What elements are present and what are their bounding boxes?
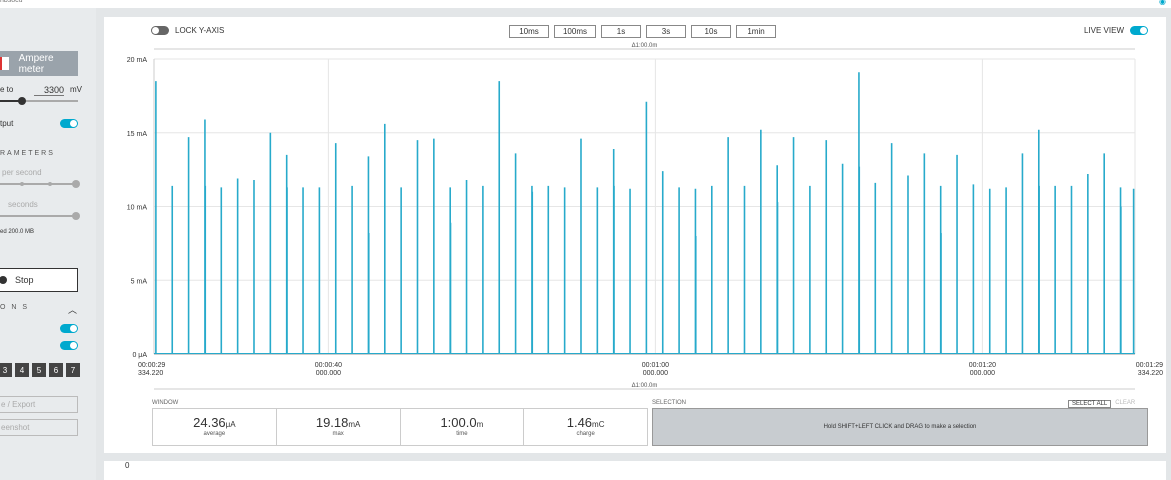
chart-panel: LOCK Y-AXIS 10ms 100ms 1s 3s 10s 1min LI…: [104, 17, 1166, 453]
stop-button[interactable]: Stop: [0, 268, 78, 292]
rate-label: per second: [2, 168, 42, 177]
stat-unit: m: [476, 420, 484, 429]
stat-value: 1.46: [566, 415, 593, 430]
digital-channels-panel: 0: [104, 461, 1166, 480]
x-tick-label: 00:01:29: [1136, 362, 1163, 369]
output-label: tput: [0, 119, 14, 128]
option-toggle-2[interactable]: [60, 341, 78, 350]
x-tick-label: 00:00:40: [315, 362, 342, 369]
x-tick-label: 00:01:20: [969, 362, 996, 369]
display-options-heading: O N S: [0, 304, 30, 311]
ampere-meter-label: Ampere meter: [18, 52, 54, 75]
digital-channel-buttons: 3 4 5 6 7: [0, 363, 80, 377]
stat-charge: 1.46mC charge: [524, 409, 647, 445]
supply-slider-handle[interactable]: [18, 97, 26, 105]
ampere-meter-button[interactable]: Ampere meter: [0, 51, 78, 76]
x-tick-sublabel: 334.220: [1138, 370, 1163, 377]
span-line-bottom-label: Δ1:00.0m: [632, 383, 658, 389]
x-tick-sublabel: 000.000: [970, 370, 995, 377]
stat-time: 1:00.0m time: [401, 409, 525, 445]
x-tick-sublabel: 334.220: [138, 370, 163, 377]
device-label: hbs8cu: [0, 0, 23, 4]
stat-label: average: [203, 431, 226, 437]
selection-buttons: SELECT ALL CLEAR: [1068, 400, 1135, 408]
save-export-button[interactable]: e / Export: [0, 396, 78, 413]
option-toggle-1[interactable]: [60, 324, 78, 333]
y-tick-label: 0 μA: [132, 352, 147, 359]
stat-value: 1:00.0: [440, 415, 477, 430]
duration-slider-handle[interactable]: [72, 212, 80, 220]
output-toggle[interactable]: [60, 119, 78, 128]
y-tick-label: 15 mA: [127, 131, 148, 138]
selection-hint: Hold SHIFT+LEFT CLICK and DRAG to make a…: [823, 424, 977, 430]
y-tick-label: 5 mA: [131, 278, 148, 285]
stat-label: charge: [576, 431, 595, 437]
ampere-meter-icon: [0, 57, 9, 70]
sampling-parameters-heading: RAMETERS: [0, 150, 55, 157]
chevron-up-icon[interactable]: ︿: [68, 303, 77, 316]
y-tick-label: 10 mA: [127, 205, 148, 212]
supply-voltage-input[interactable]: 3300: [34, 85, 64, 96]
stat-unit: mA: [348, 420, 361, 429]
clear-button[interactable]: CLEAR: [1115, 400, 1135, 408]
sidebar: Ampere meter e to 3300 mV tput RAMETERS …: [0, 8, 96, 480]
digital-channel-5[interactable]: 5: [32, 363, 46, 377]
stop-label: Stop: [15, 275, 34, 285]
select-all-button[interactable]: SELECT ALL: [1068, 400, 1112, 408]
stat-label: max: [332, 431, 344, 437]
digital-channel-3[interactable]: 3: [0, 363, 12, 377]
storage-estimate: ed 200.0 MB: [0, 229, 35, 235]
span-line-top-label: Δ1:00.0m: [632, 43, 658, 49]
rate-slider-handle[interactable]: [72, 180, 80, 188]
y-tick-label: 20 mA: [127, 57, 148, 64]
digital-channel-7[interactable]: 7: [66, 363, 80, 377]
window-stats: 24.36μA average 19.18mA max 1:00.0m time…: [152, 408, 648, 446]
x-tick-label: 00:00:29: [138, 362, 165, 369]
rate-slider[interactable]: [0, 180, 80, 188]
x-tick-label: 00:01:00: [642, 362, 669, 369]
stat-unit: μA: [225, 420, 236, 429]
supply-voltage-row: e to 3300 mV: [0, 85, 82, 96]
supply-unit: mV: [70, 85, 82, 94]
window-label: WINDOW: [152, 400, 179, 406]
stat-average: 24.36μA average: [153, 409, 277, 445]
screenshot-button[interactable]: eenshot: [0, 419, 78, 436]
digital-channel-4[interactable]: 4: [15, 363, 29, 377]
stat-label: time: [456, 431, 468, 437]
selection-hint-box: Hold SHIFT+LEFT CLICK and DRAG to make a…: [652, 408, 1148, 446]
stat-unit: mC: [592, 420, 605, 429]
stat-max: 19.18mA max: [277, 409, 401, 445]
digital-channel-6[interactable]: 6: [49, 363, 63, 377]
record-icon: [0, 276, 7, 284]
current-chart[interactable]: Δ1:00.0m Δ1:00.0m 20 mA 15 mA 10 mA 5 mA 0 μA 0…: [104, 17, 1166, 402]
duration-slider[interactable]: [0, 212, 80, 220]
stat-value: 19.18: [315, 415, 349, 430]
selection-label: SELECTION: [652, 400, 687, 406]
x-tick-sublabel: 000.000: [316, 370, 341, 377]
supply-label: e to: [0, 85, 14, 94]
x-tick-sublabel: 000.000: [643, 370, 668, 377]
digital-channel-value: 0: [125, 461, 130, 470]
stat-value: 24.36: [193, 415, 226, 430]
connection-icon: ◉: [1159, 0, 1166, 6]
top-strip: hbs8cu ◉: [0, 0, 1171, 8]
supply-slider[interactable]: [0, 97, 78, 105]
duration-label: seconds: [8, 200, 38, 209]
